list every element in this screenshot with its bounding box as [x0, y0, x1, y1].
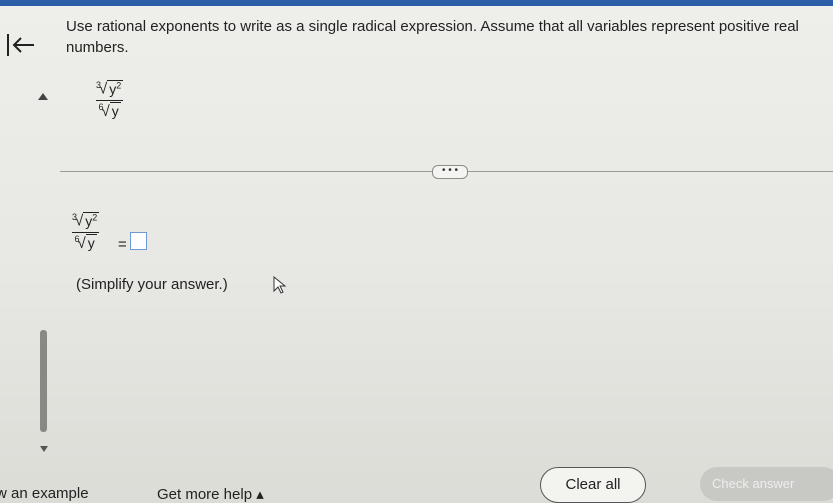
collapse-arrow-icon[interactable]: [38, 93, 48, 100]
fraction-bar: [96, 99, 124, 101]
expression-denominator: 6√ y: [96, 101, 123, 120]
problem-expression: 3√ y2 6√ y: [96, 79, 124, 120]
clear-all-button[interactable]: Clear all: [540, 467, 646, 503]
mouse-cursor-icon: [273, 275, 287, 294]
cube-root: 3√ y2: [96, 79, 124, 98]
get-more-help-link[interactable]: Get more help ▴: [157, 485, 264, 503]
scrollbar-thumb[interactable]: [40, 330, 47, 432]
sixth-root: 6√ y: [98, 101, 121, 120]
sixth-root: 6√ y: [74, 233, 97, 252]
answer-numerator: 3√ y2: [72, 211, 100, 230]
check-answer-button[interactable]: Check answer: [700, 467, 833, 501]
expression-numerator: 3√ y2: [96, 79, 124, 98]
simplify-hint: (Simplify your answer.): [76, 276, 228, 293]
answer-denominator: 6√ y: [72, 233, 99, 252]
top-bar: [0, 0, 833, 6]
more-options-button[interactable]: • • •: [432, 165, 468, 179]
equals-sign: =: [118, 236, 127, 253]
answer-input-box[interactable]: [130, 232, 147, 250]
scroll-down-arrow-icon[interactable]: [40, 446, 48, 452]
back-arrow-icon[interactable]: [6, 32, 36, 58]
fraction-bar: [72, 231, 100, 233]
cube-root: 3√ y2: [72, 211, 100, 230]
question-instructions: Use rational exponents to write as a sin…: [66, 18, 799, 56]
view-example-link[interactable]: w an example: [0, 485, 89, 502]
answer-expression: 3√ y2 6√ y: [72, 211, 100, 252]
